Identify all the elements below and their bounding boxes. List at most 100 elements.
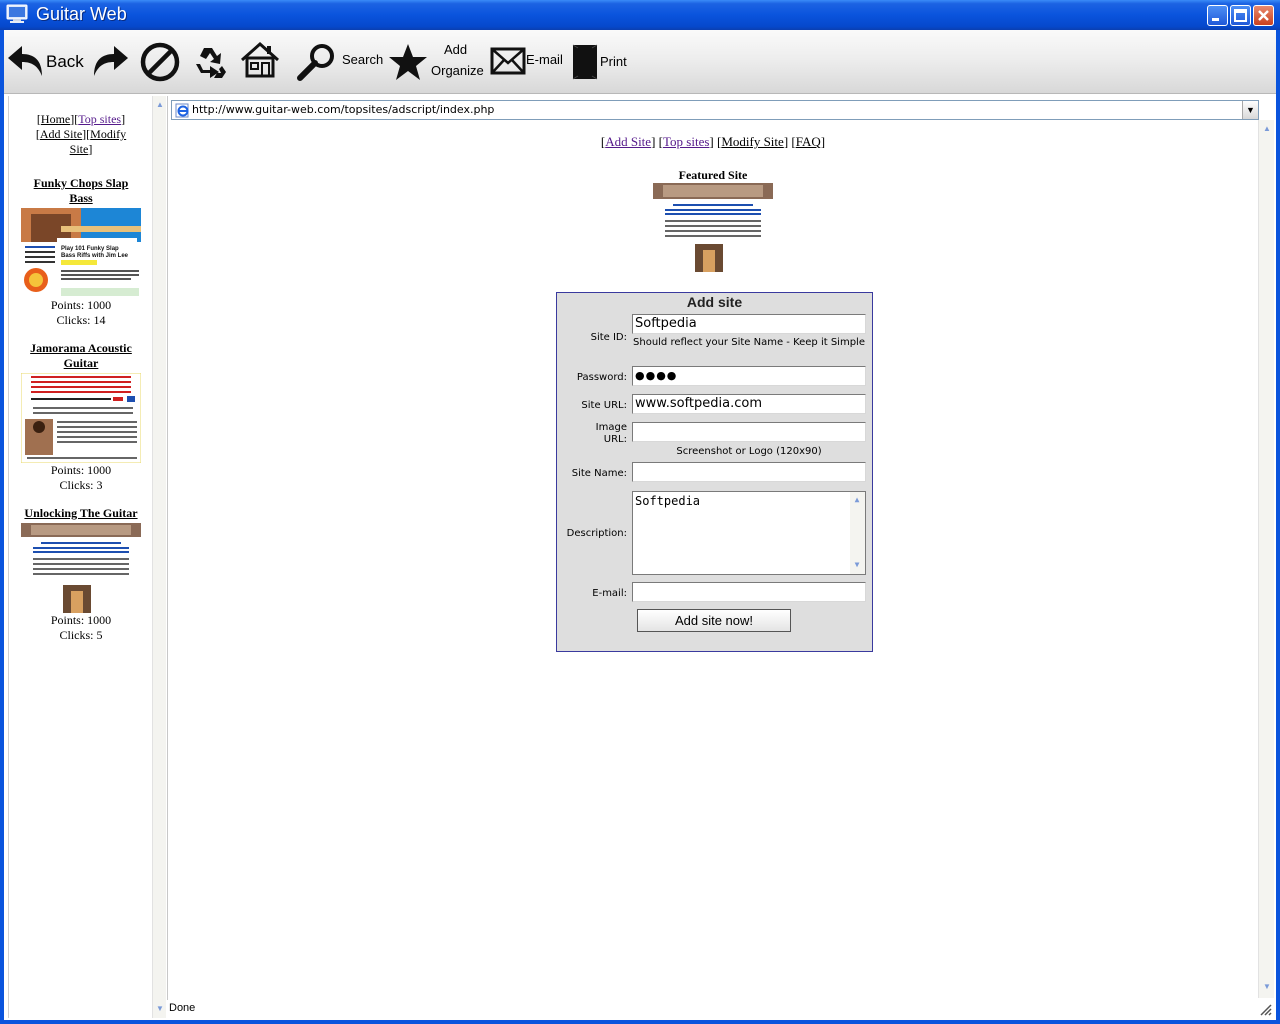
site-thumbnail[interactable] [21, 373, 141, 463]
sidebar-scrollbar[interactable]: ▲ ▼ [152, 96, 166, 1018]
password-label: Password: [576, 372, 627, 383]
address-bar[interactable]: http://www.guitar-web.com/topsites/adscr… [171, 100, 1259, 120]
email-field[interactable] [632, 582, 866, 602]
email-label: E-mail [526, 52, 563, 67]
email-button[interactable]: E-mail [490, 38, 570, 86]
entry-clicks: Clicks: 14 [56, 313, 106, 327]
scroll-up-icon[interactable]: ▲ [1262, 124, 1272, 134]
add-organize-button[interactable]: Add Organize [388, 38, 488, 86]
close-button[interactable] [1253, 5, 1274, 26]
search-button[interactable]: Search [294, 38, 386, 86]
add-label: Add [444, 42, 468, 57]
stop-button[interactable] [138, 38, 182, 86]
status-text: Done [169, 1002, 196, 1014]
stop-icon [140, 42, 180, 82]
svg-text:Play 101 Funky Slap: Play 101 Funky Slap [61, 246, 119, 252]
scroll-up-icon[interactable]: ▲ [155, 100, 165, 110]
sidebar: [Home][Top sites] [Add Site][Modify Site… [8, 96, 152, 1018]
search-label: Search [342, 52, 384, 67]
featured-site-label: Featured Site [678, 168, 748, 182]
toolbar: Back Search Add Organize E-mail Print [4, 30, 1276, 94]
site-name-field[interactable] [632, 462, 866, 482]
window-frame-bottom [0, 1020, 1280, 1024]
password-field[interactable]: ●●●● [632, 366, 866, 386]
resize-grip-icon[interactable] [1258, 1002, 1272, 1016]
minimize-button[interactable] [1207, 5, 1228, 26]
featured-site-thumbnail[interactable] [653, 183, 773, 273]
entry-title[interactable]: Jamorama Acoustic [9, 341, 153, 356]
window-title: Guitar Web [36, 4, 127, 24]
back-arrow-icon [8, 46, 42, 76]
browser-content: http://www.guitar-web.com/topsites/adscr… [167, 96, 1259, 1018]
entry-title[interactable]: Unlocking The Guitar [9, 506, 153, 521]
entry-points: Points: 1000 [50, 298, 112, 312]
maximize-button[interactable] [1230, 5, 1251, 26]
recycle-refresh-icon [196, 48, 226, 78]
entry-clicks: Clicks: 5 [59, 628, 103, 642]
scroll-down-icon[interactable]: ▼ [852, 560, 862, 570]
sidebar-link-add-site[interactable]: Add Site [40, 127, 82, 141]
sidebar-nav: [Home][Top sites] [Add Site][Modify Site… [35, 112, 127, 156]
sidebar-entry: Unlocking The Guitar Points: 1000 Clicks… [9, 506, 153, 643]
scroll-up-icon[interactable]: ▲ [852, 495, 862, 505]
image-url-hint: Screenshot or Logo (120x90) [676, 446, 822, 457]
add-site-submit-button[interactable]: Add site now! [637, 609, 791, 632]
sidebar-entry: Jamorama Acoustic Guitar Points: 1000 Cl… [9, 341, 153, 493]
site-id-field[interactable]: Softpedia [632, 314, 866, 334]
window-titlebar: Guitar Web [0, 0, 1280, 30]
print-label: Print [600, 54, 627, 69]
link-add-site[interactable]: Add Site [605, 134, 651, 149]
site-url-label: Site URL: [581, 400, 627, 411]
site-thumbnail[interactable] [21, 523, 141, 613]
close-icon [1258, 10, 1269, 21]
scroll-down-icon[interactable]: ▼ [1262, 982, 1272, 992]
forward-button[interactable] [88, 38, 132, 86]
entry-title-2[interactable]: Bass [9, 191, 153, 206]
site-url-field[interactable]: www.softpedia.com [632, 394, 866, 414]
form-title: Add site [686, 294, 743, 310]
site-id-hint: Should reflect your Site Name - Keep it … [633, 337, 865, 348]
entry-title-2[interactable]: Guitar [9, 356, 153, 371]
scroll-down-icon[interactable]: ▼ [155, 1004, 165, 1014]
print-button[interactable]: Print [572, 38, 636, 86]
window-frame-left [0, 30, 4, 1024]
sidebar-link-top-sites[interactable]: Top sites [78, 112, 121, 126]
minimize-icon [1212, 18, 1219, 21]
address-url[interactable]: http://www.guitar-web.com/topsites/adscr… [192, 103, 494, 116]
star-favorites-icon [389, 44, 427, 80]
forward-arrow-icon [94, 46, 128, 76]
email-label: E-mail: [592, 588, 627, 599]
description-scrollbar[interactable]: ▲ ▼ [850, 492, 865, 574]
entry-title[interactable]: Funky Chops Slap [9, 176, 153, 191]
sidebar-link-home[interactable]: Home [41, 112, 70, 126]
description-label: Description: [566, 528, 627, 539]
house-home-icon [241, 41, 279, 78]
content-scrollbar[interactable]: ▲ ▼ [1258, 120, 1274, 998]
description-textarea[interactable]: Softpedia ▲ ▼ [632, 491, 866, 575]
maximize-icon [1234, 9, 1247, 22]
link-faq[interactable]: FAQ [796, 134, 821, 149]
entry-points: Points: 1000 [50, 463, 112, 477]
search-icon [297, 44, 334, 81]
image-url-field[interactable] [632, 422, 866, 442]
add-site-form: Add site Site ID: Softpedia Should refle… [556, 292, 873, 652]
refresh-button[interactable] [188, 38, 232, 86]
sidebar-entry: Funky Chops Slap Bass Play 101 Funky Sla… [9, 176, 153, 328]
address-dropdown-button[interactable]: ▼ [1242, 101, 1258, 119]
entry-points: Points: 1000 [50, 613, 112, 627]
ie-page-icon [175, 103, 189, 118]
sidebar-link-modify-site[interactable]: Modify [90, 127, 126, 141]
organize-label: Organize [431, 63, 484, 78]
site-thumbnail[interactable]: Play 101 Funky Slap Bass Riffs with Jim … [21, 208, 141, 298]
sidebar-link-modify-site-2[interactable]: Site [70, 142, 89, 156]
home-button[interactable] [238, 38, 282, 86]
back-button[interactable]: Back [4, 38, 86, 86]
computer-icon [6, 4, 28, 23]
site-name-label: Site Name: [571, 468, 627, 479]
link-top-sites[interactable]: Top sites [663, 134, 709, 149]
page-nav-links: [Add Site] [Top sites] [Modify Site] [FA… [600, 134, 826, 149]
svg-text:Bass Riffs with Jim Lee: Bass Riffs with Jim Lee [61, 253, 129, 259]
image-url-label-2: URL: [603, 434, 627, 445]
site-id-label: Site ID: [590, 332, 627, 343]
link-modify-site[interactable]: Modify Site [721, 134, 783, 149]
